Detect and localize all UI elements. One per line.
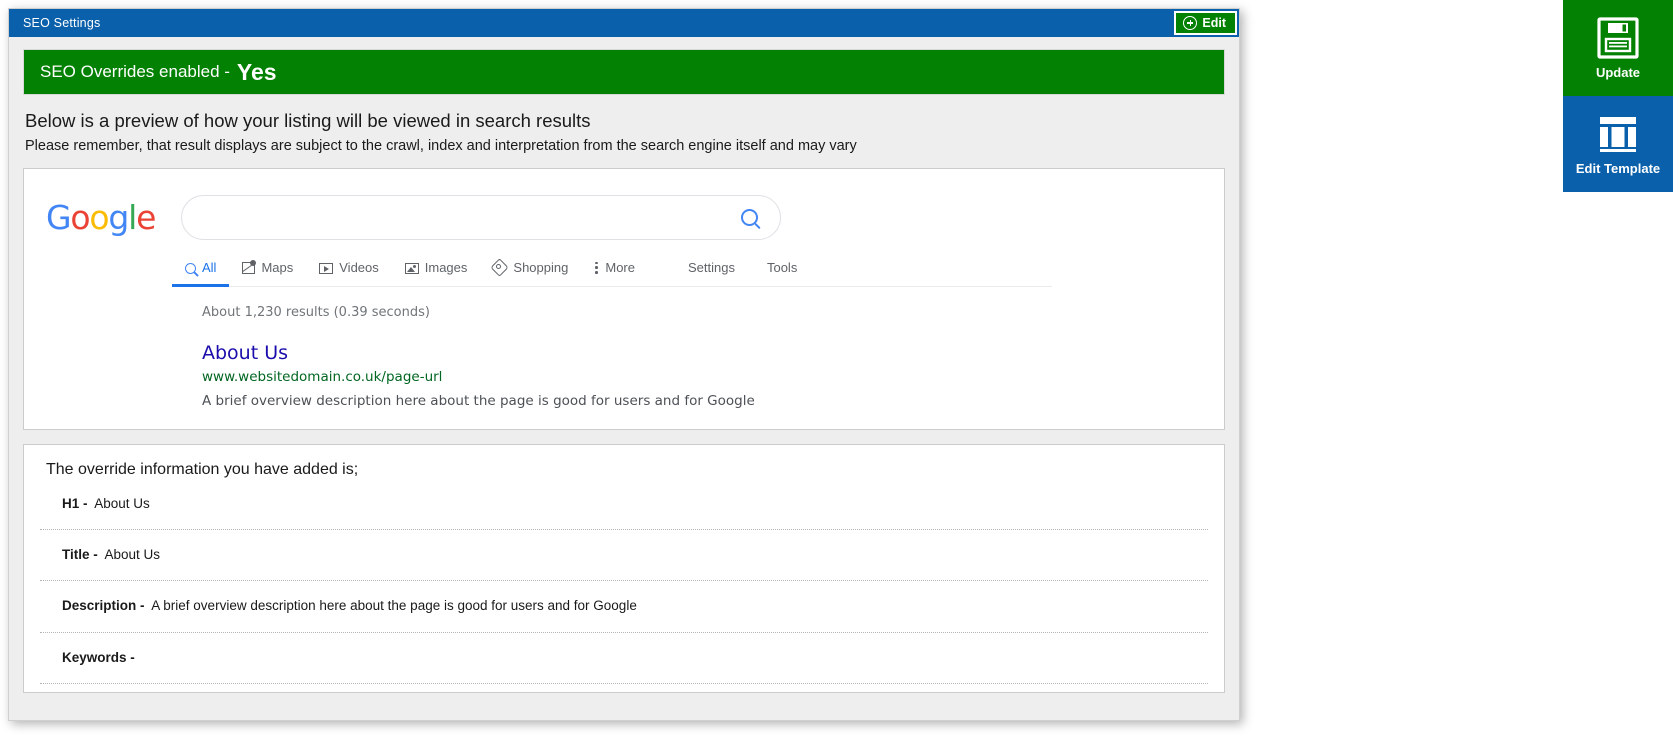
window-titlebar: SEO Settings Edit	[9, 9, 1239, 37]
intro-line-1: Below is a preview of how your listing w…	[25, 110, 591, 131]
save-floppy-icon	[1597, 16, 1639, 59]
result-url[interactable]: www.websitedomain.co.uk/page-url	[202, 369, 1224, 385]
tab-all[interactable]: All	[172, 256, 230, 287]
window-body: SEO Overrides enabled - Yes Below is a p…	[9, 37, 1239, 693]
result-stats: About 1,230 results (0.39 seconds)	[202, 304, 430, 320]
override-label-h1: H1 -	[62, 495, 88, 511]
override-value-description: A brief overview description here about …	[151, 598, 637, 614]
override-label-keywords: Keywords -	[62, 649, 135, 665]
google-logo-o1: o	[70, 197, 90, 237]
update-button[interactable]: Update	[1563, 0, 1673, 96]
google-logo-g2: g	[108, 197, 129, 237]
override-row-keywords: Keywords -	[40, 633, 1208, 684]
tab-more[interactable]: More	[581, 256, 648, 287]
link-settings-label: Settings	[687, 259, 735, 275]
banner-label: SEO Overrides enabled -	[40, 62, 230, 81]
tab-all-label: All	[202, 259, 217, 275]
google-preview-card: Google All Maps Videos Images Shopping M…	[23, 167, 1225, 430]
link-settings[interactable]: Settings	[672, 256, 751, 287]
override-value-title: About Us	[104, 547, 161, 563]
result-title[interactable]: About Us	[202, 342, 1224, 364]
intro-line-2: Please remember, that result displays ar…	[25, 137, 857, 154]
tab-shopping[interactable]: Shopping	[480, 256, 581, 287]
tab-videos-label: Videos	[339, 259, 379, 275]
magnifier-icon[interactable]	[741, 208, 759, 226]
override-row-title: Title - About Us	[40, 530, 1208, 582]
tab-shopping-label: Shopping	[513, 259, 569, 275]
link-tools-label: Tools	[766, 259, 798, 275]
result-description: A brief overview description here about …	[202, 392, 755, 409]
edit-template-button-label: Edit Template	[1575, 160, 1661, 176]
search-icon	[185, 262, 196, 274]
edit-button-label: Edit	[1202, 16, 1226, 30]
override-label-title: Title -	[62, 547, 98, 563]
shopping-tag-icon	[493, 260, 507, 274]
edit-button[interactable]: Edit	[1174, 11, 1237, 35]
override-value-h1: About Us	[94, 495, 150, 511]
layout-columns-icon	[1600, 116, 1636, 152]
google-logo-e: e	[136, 197, 156, 237]
tab-images[interactable]: Images	[392, 256, 481, 287]
override-row-description: Description - A brief overview descripti…	[40, 581, 1208, 633]
window-title: SEO Settings	[23, 16, 101, 30]
seo-settings-window: SEO Settings Edit SEO Overrides enabled …	[8, 8, 1240, 721]
tab-maps[interactable]: Maps	[229, 256, 306, 287]
google-logo-g1: G	[46, 197, 72, 237]
images-icon	[404, 262, 419, 274]
tab-videos[interactable]: Videos	[306, 256, 392, 287]
google-search-input[interactable]	[181, 194, 782, 240]
videos-icon	[319, 262, 334, 274]
google-logo-l: l	[128, 197, 137, 237]
link-tools[interactable]: Tools	[751, 256, 813, 287]
intro-text: Below is a preview of how your listing w…	[23, 95, 1225, 168]
update-button-label: Update	[1595, 64, 1641, 80]
google-header: Google	[24, 189, 1224, 240]
seo-overrides-banner: SEO Overrides enabled - Yes	[23, 49, 1225, 95]
google-logo-o2: o	[89, 197, 109, 237]
banner-value: Yes	[236, 58, 277, 85]
tab-more-label: More	[605, 259, 635, 275]
screen: SEO Settings Edit SEO Overrides enabled …	[0, 0, 1679, 735]
tab-maps-label: Maps	[261, 259, 294, 275]
plus-circle-icon	[1183, 16, 1198, 30]
maps-icon	[242, 259, 257, 274]
override-info-card: The override information you have added …	[23, 443, 1225, 693]
google-logo: Google	[46, 197, 156, 237]
edit-template-button[interactable]: Edit Template	[1563, 96, 1673, 192]
override-label-description: Description -	[62, 598, 145, 614]
override-heading: The override information you have added …	[46, 460, 359, 478]
google-search-tabs: All Maps Videos Images Shopping More Set…	[172, 256, 1052, 287]
more-vertical-icon	[594, 261, 599, 275]
google-results: About 1,230 results (0.39 seconds) About…	[202, 287, 1224, 411]
side-action-buttons: Update Edit Template	[1563, 0, 1673, 192]
tab-images-label: Images	[424, 259, 468, 275]
override-row-h1: H1 - About Us	[40, 479, 1208, 531]
